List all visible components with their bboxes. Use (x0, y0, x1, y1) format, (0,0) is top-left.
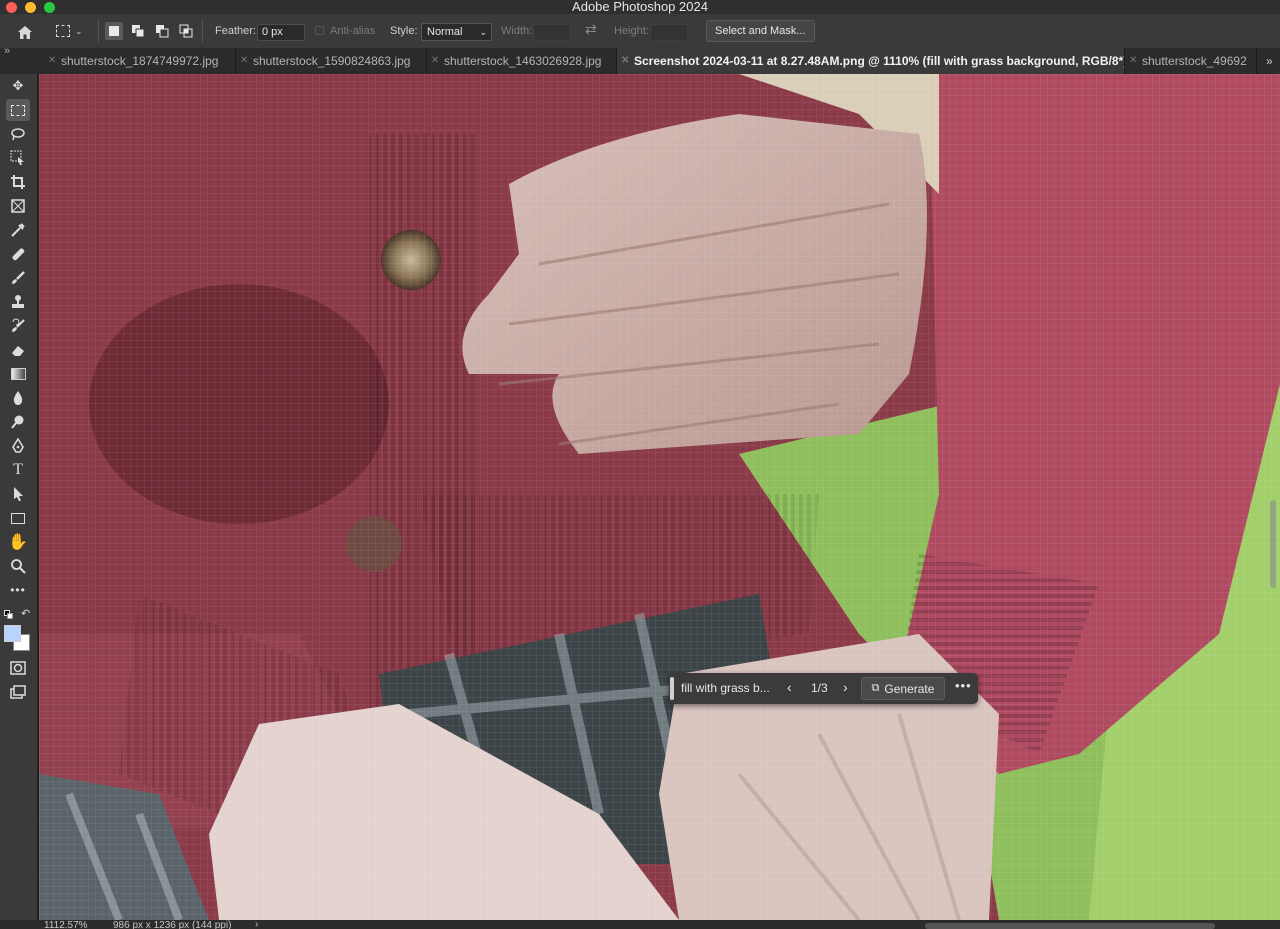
tab-doc-3[interactable]: ✕ shutterstock_1463026928.jpg (427, 48, 617, 74)
subtract-selection-button[interactable] (153, 22, 171, 40)
brush-icon[interactable] (6, 267, 30, 289)
blur-icon[interactable] (6, 387, 30, 409)
divider (98, 20, 99, 42)
close-icon[interactable]: ✕ (1129, 48, 1137, 74)
move-icon[interactable]: ✥ (6, 75, 30, 97)
style-select[interactable]: Normal ⌄ (421, 23, 492, 41)
more-icon[interactable]: ••• (6, 579, 30, 601)
quick-mask-icon[interactable] (6, 657, 30, 679)
new-selection-icon (109, 26, 119, 36)
horizontal-scrollbar[interactable] (925, 923, 1215, 929)
tab-label: Screenshot 2024-03-11 at 8.27.48AM.png @… (634, 54, 1125, 68)
tab-doc-5[interactable]: ✕ shutterstock_49692 (1125, 48, 1257, 74)
tab-label: shutterstock_49692 (1142, 54, 1247, 68)
height-label: Height: (614, 25, 649, 37)
home-icon[interactable] (14, 21, 36, 43)
lasso-icon[interactable] (6, 123, 30, 145)
add-selection-button[interactable] (129, 22, 147, 40)
antialias-label: Anti-alias (330, 25, 376, 37)
prompt-text[interactable]: fill with grass b... (681, 681, 779, 695)
chevron-right-icon[interactable]: › (843, 679, 848, 695)
generate-button[interactable]: ⧉ Generate (861, 677, 945, 700)
marquee-preset-icon (56, 25, 70, 37)
marquee-icon[interactable] (6, 99, 30, 121)
close-icon[interactable]: ✕ (621, 48, 629, 74)
eyedropper-icon[interactable] (6, 219, 30, 241)
dodge-icon[interactable] (6, 411, 30, 433)
type-icon[interactable]: T (6, 459, 30, 481)
stamp-icon[interactable] (6, 291, 30, 313)
close-icon[interactable]: ✕ (48, 48, 56, 74)
contextual-task-bar: fill with grass b... ‹ 1/3 › ⧉ Generate … (669, 673, 978, 704)
status-bar: 1112.57% 986 px x 1236 px (144 ppi) › (0, 920, 1280, 929)
intersect-selection-button[interactable] (177, 22, 195, 40)
title-bar: Adobe Photoshop 2024 (0, 0, 1280, 14)
collapse-panel-icon[interactable]: » (4, 45, 10, 57)
swap-colors-icon[interactable]: ↶ (21, 607, 30, 620)
gradient-icon[interactable] (6, 363, 30, 385)
chevron-down-icon: ⌄ (75, 25, 83, 36)
zoom-window-button[interactable] (44, 2, 55, 13)
canvas-image (39, 74, 1280, 920)
object-select-icon[interactable] (6, 147, 30, 169)
add-selection-icon (132, 25, 145, 38)
generate-label: Generate (884, 681, 935, 696)
style-select-value: Normal (427, 26, 463, 38)
zoom-level[interactable]: 1112.57% (44, 921, 88, 929)
variation-counter: 1/3 (811, 681, 828, 695)
zoom-icon[interactable] (6, 555, 30, 577)
height-input[interactable] (650, 24, 688, 41)
history-brush-icon[interactable] (6, 315, 30, 337)
rectangle-icon[interactable] (6, 507, 30, 529)
screen-mode-icon[interactable] (6, 681, 30, 703)
select-and-mask-button[interactable]: Select and Mask... (706, 20, 815, 42)
chevron-right-icon[interactable]: › (255, 920, 258, 929)
tab-doc-2[interactable]: ✕ shutterstock_1590824863.jpg (236, 48, 427, 74)
close-window-button[interactable] (6, 2, 17, 13)
subtract-selection-icon (156, 25, 169, 38)
tab-label: shutterstock_1463026928.jpg (444, 54, 602, 68)
swap-icon[interactable]: ⇄ (585, 21, 597, 38)
options-bar: ⌄ Feather: 0 px Anti-alias Style: Normal… (0, 14, 1280, 48)
hand-icon[interactable]: ✋ (6, 531, 30, 553)
tools-panel: ✥ T ✋ ••• ↶ (0, 74, 38, 920)
document-canvas[interactable]: fill with grass b... ‹ 1/3 › ⧉ Generate … (39, 74, 1280, 920)
chevron-down-icon: ⌄ (479, 27, 487, 37)
generate-icon: ⧉ (871, 682, 880, 694)
close-icon[interactable]: ✕ (431, 48, 439, 74)
drag-handle[interactable] (670, 677, 674, 700)
feather-label: Feather: (215, 25, 256, 37)
tab-doc-active[interactable]: ✕ Screenshot 2024-03-11 at 8.27.48AM.png … (617, 48, 1125, 74)
width-label: Width: (501, 25, 533, 37)
antialias-checkbox[interactable] (315, 26, 324, 35)
frame-icon[interactable] (6, 195, 30, 217)
document-tabs: » ✕ shutterstock_1874749972.jpg ✕ shutters… (0, 45, 1280, 74)
width-input[interactable] (533, 24, 571, 41)
intersect-selection-icon (179, 24, 193, 38)
minimize-window-button[interactable] (25, 2, 36, 13)
crop-icon[interactable] (6, 171, 30, 193)
close-icon[interactable]: ✕ (240, 48, 248, 74)
foreground-color-swatch[interactable] (4, 625, 21, 642)
eraser-icon[interactable] (6, 339, 30, 361)
new-selection-button[interactable] (105, 22, 123, 40)
vertical-scrollbar[interactable] (1270, 500, 1276, 588)
tab-label: shutterstock_1874749972.jpg (61, 54, 219, 68)
tabs-overflow-icon[interactable]: » (1266, 48, 1273, 74)
feather-input[interactable]: 0 px (257, 24, 305, 41)
window-title: Adobe Photoshop 2024 (572, 0, 708, 14)
default-colors-icon[interactable] (4, 610, 13, 619)
style-label: Style: (390, 25, 418, 37)
divider (202, 20, 203, 42)
tab-doc-1[interactable]: ✕ shutterstock_1874749972.jpg (44, 48, 236, 74)
path-select-icon[interactable] (6, 483, 30, 505)
chevron-left-icon[interactable]: ‹ (787, 679, 792, 695)
pen-icon[interactable] (6, 435, 30, 457)
healing-icon[interactable] (6, 243, 30, 265)
tab-label: shutterstock_1590824863.jpg (253, 54, 411, 68)
document-info: 986 px x 1236 px (144 ppi) (113, 920, 232, 929)
tool-preset-picker[interactable]: ⌄ (48, 20, 92, 42)
more-options-icon[interactable]: ••• (955, 678, 972, 693)
